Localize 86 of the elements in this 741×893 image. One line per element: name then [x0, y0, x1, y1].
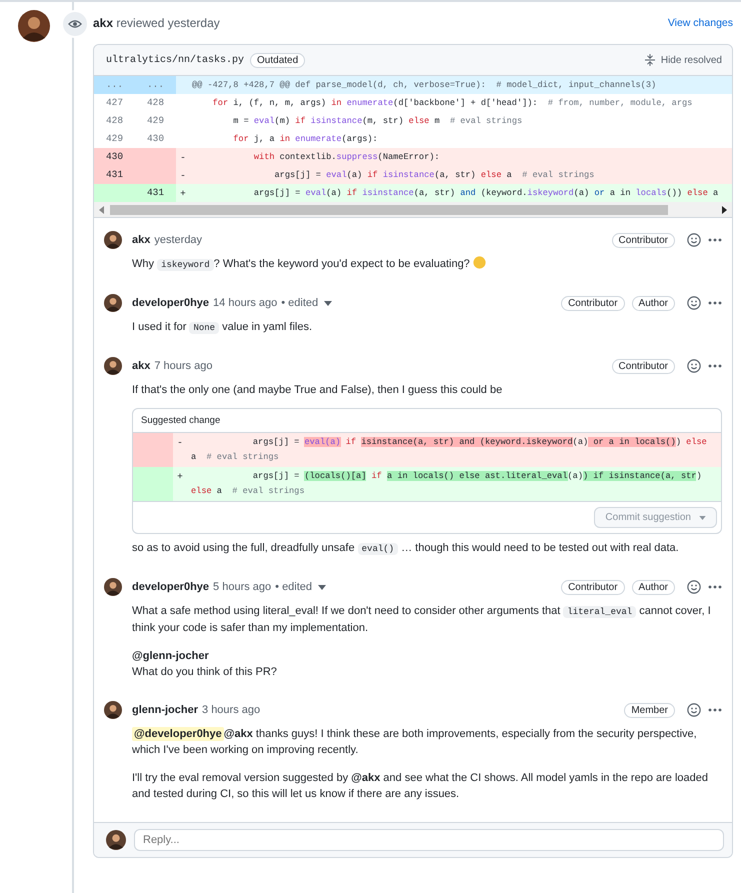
hide-resolved-button[interactable]: Hide resolved [660, 54, 722, 66]
smiley-icon[interactable] [687, 233, 701, 247]
author-name[interactable]: glenn-jocher [132, 704, 198, 716]
author-name[interactable]: akx [132, 234, 150, 246]
code-line: with contextlib.suppress(NameError): [252, 152, 440, 162]
line-number: 430 [94, 148, 135, 166]
code-line: args[j] = eval(a) if isinstance(a, str) and (keyword.iskeyword(a) or a in locals()) else a [252, 188, 718, 198]
more-icon[interactable] [708, 238, 722, 242]
role-label: Contributor [612, 232, 675, 248]
line-number: 431 [135, 184, 176, 202]
edited-label[interactable]: • edited [275, 581, 312, 593]
avatar[interactable] [104, 294, 122, 312]
diff-sign: - [179, 152, 187, 162]
file-path[interactable]: ultralytics/nn/tasks.py [106, 54, 244, 66]
code-line: args[j] = eval(a) if isinstance(a, str) else a # eval strings [274, 170, 594, 180]
comment-text: I used it for None value in yaml files. [132, 320, 314, 336]
more-icon[interactable] [708, 364, 722, 368]
code-line: args[j] = eval(a) if isinstance(a, str) and (keyword.iskeyword(a) or a in locals()) else a # eval strings [190, 436, 708, 464]
caret-icon[interactable] [324, 300, 332, 306]
line-number: ... [135, 76, 176, 94]
caret-icon[interactable] [318, 584, 326, 590]
smiley-icon[interactable] [687, 359, 701, 373]
author-name[interactable]: developer0hye [132, 581, 210, 593]
emoji-icon [472, 256, 486, 269]
comment-text: I'll try the eval removal version suggested by @akx and see what the CI shows. All model yamls in the repo are loaded and tested during CI, so this will let us know if there are any issues. [132, 771, 709, 802]
diff-sign: - [176, 436, 184, 450]
role-label: Contributor [561, 296, 625, 310]
fold-icon [644, 54, 655, 66]
view-changes-link[interactable]: View changes [668, 17, 733, 29]
diff-sign: + [176, 470, 184, 484]
comment-text: What do you think of this PR? [132, 665, 278, 680]
more-icon[interactable] [708, 585, 722, 589]
reply-field[interactable]: Reply... [134, 829, 724, 851]
code-line: m = eval(m) if isinstance(m, str) else m # eval strings [232, 116, 522, 126]
code-line: @@ -427,8 +428,7 @@ def parse_model(d, ch, verbose=True): # model_dict, input_channels(3) [191, 80, 656, 90]
scrollbar[interactable] [94, 202, 732, 217]
comment-time[interactable]: 7 hours ago [154, 360, 212, 372]
role-label: Contributor [561, 580, 625, 594]
mention-link[interactable]: @developer0hye [132, 727, 224, 741]
comment-text: @developer0hye @akx thanks guys! I think these are both improvements, especially from the security perspective, which I've been working on improving recently. [132, 726, 698, 758]
comment-text: so as to avoid using the full, dreadfully unsafe eval() … though this would need to be tested out with real data. [132, 541, 680, 557]
role-label: Author [632, 296, 675, 310]
line-number: ... [94, 76, 135, 94]
outdated-label: Outdated [250, 52, 306, 68]
role-label: Member [624, 702, 675, 718]
avatar[interactable] [104, 231, 122, 249]
code-line: args[j] = (locals()[a] if a in locals() else ast.literal_eval(a)) if isinstance(a, str) else a # eval strings [190, 470, 703, 498]
line-number: 428 [146, 96, 166, 110]
more-icon[interactable] [708, 708, 722, 712]
line-number: 427 [104, 96, 124, 110]
code-line: for i, (f, n, m, args) in enumerate(d['backbone'] + d['head']): # from, number, module, args [212, 98, 692, 108]
code-line: for j, a in enumerate(args): [232, 134, 378, 144]
mention-link[interactable]: @glenn-jocher [132, 650, 209, 662]
comment-text: Why iskeyword ? What's the keyword you'd expect to be evaluating? [132, 256, 722, 273]
comment-time[interactable]: yesterday [154, 234, 202, 246]
line-number: 429 [146, 114, 166, 128]
avatar[interactable] [18, 10, 50, 42]
comment-time[interactable]: 3 hours ago [202, 704, 260, 716]
author-name[interactable]: developer0hye [132, 297, 210, 309]
line-number: 431 [94, 166, 135, 184]
mention-link[interactable]: @akx [224, 728, 253, 740]
avatar [106, 830, 126, 850]
scroll-right-icon[interactable] [720, 206, 728, 214]
smiley-icon[interactable] [687, 580, 701, 594]
scroll-left-icon[interactable] [98, 206, 106, 214]
line-number: 430 [146, 132, 166, 146]
diff-sign: - [179, 170, 187, 180]
more-icon[interactable] [708, 301, 722, 305]
comment-text: If that's the only one (and maybe True and False), then I guess this could be [132, 383, 504, 398]
avatar[interactable] [104, 357, 122, 375]
edited-label[interactable]: • edited [281, 297, 318, 309]
comment-time[interactable]: 14 hours ago [213, 297, 278, 309]
smiley-icon[interactable] [687, 296, 701, 310]
review-summary: akx reviewed yesterday [93, 16, 220, 30]
avatar[interactable] [104, 701, 122, 719]
diff-sign: + [179, 188, 187, 198]
line-number: 428 [104, 114, 124, 128]
comment-text: What a safe method using literal_eval! If we don't need to consider other arguments that literal_eval cannot cover, I think your code is safer than my implementation. [132, 604, 712, 636]
author-name[interactable]: akx [132, 360, 150, 372]
mention-link[interactable]: @akx [351, 772, 380, 784]
role-label: Contributor [612, 358, 675, 374]
comment-time[interactable]: 5 hours ago [213, 581, 272, 593]
line-number: 429 [104, 132, 124, 146]
smiley-icon[interactable] [687, 703, 701, 717]
avatar[interactable] [104, 578, 122, 596]
role-label: Author [632, 580, 675, 594]
